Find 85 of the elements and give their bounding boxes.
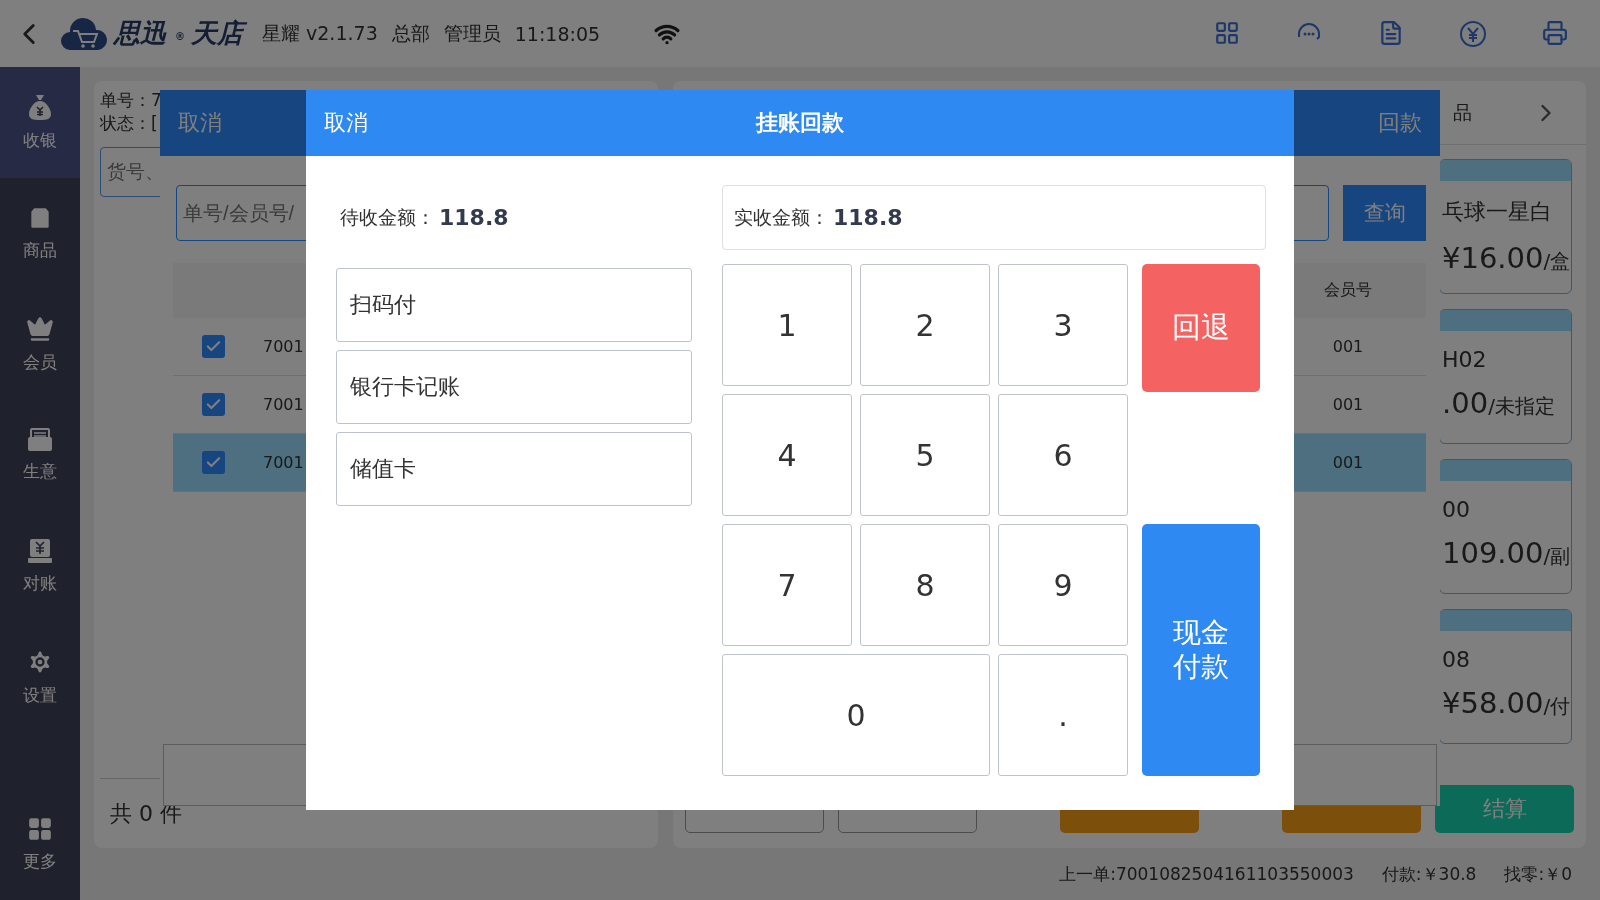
keypad-key[interactable]: 4 xyxy=(722,394,852,516)
product-price: 109.00/副 xyxy=(1441,535,1571,570)
keypad-key[interactable]: 1 xyxy=(722,264,852,386)
repay-button[interactable]: 回款 xyxy=(1378,108,1422,138)
tray-icon xyxy=(27,428,53,452)
order-number-label: 单号：7 xyxy=(100,89,162,112)
product-name: 00 xyxy=(1441,496,1471,522)
product-price: ¥16.00/盒 xyxy=(1441,240,1571,275)
app-version: 星耀 v2.1.73 xyxy=(262,20,378,46)
backspace-button[interactable]: 回退 xyxy=(1142,264,1260,392)
document-icon[interactable] xyxy=(1378,19,1404,46)
keypad-key[interactable]: 6 xyxy=(998,394,1128,516)
keypad-key[interactable]: 7 xyxy=(722,524,852,646)
register-icon xyxy=(27,538,53,564)
product-name: H02 xyxy=(1441,346,1488,372)
sidebar-label: 商品 xyxy=(23,239,57,262)
sidebar-item[interactable]: 收银 xyxy=(0,67,80,178)
sidebar-item[interactable]: 会员 xyxy=(0,289,80,400)
keypad-key[interactable]: 9 xyxy=(998,524,1128,646)
dialog-title: 挂账回款 xyxy=(756,109,844,137)
received-amount-field[interactable]: 实收金额： 118.8 xyxy=(722,185,1266,250)
product-card[interactable]: 00 109.00/副 xyxy=(1439,459,1572,594)
table-cell: 7001 xyxy=(263,395,304,414)
registered-mark: ® xyxy=(175,30,185,42)
sidebar-label: 对账 xyxy=(23,572,57,595)
checkbox[interactable] xyxy=(202,335,225,358)
keypad-key[interactable]: 3 xyxy=(998,264,1128,386)
sidebar-label: 收银 xyxy=(23,129,57,152)
product-card[interactable]: 08 ¥58.00/付 xyxy=(1439,609,1572,744)
user-name: 管理员 xyxy=(443,20,501,46)
grid-icon[interactable] xyxy=(1214,19,1240,46)
received-amount: 118.8 xyxy=(833,205,903,230)
sidebar-label: 设置 xyxy=(23,684,57,707)
crown-icon xyxy=(26,315,54,343)
sidebar-label: 生意 xyxy=(23,460,57,483)
checkbox[interactable] xyxy=(202,451,225,474)
checkbox[interactable] xyxy=(202,393,225,416)
product-card[interactable]: H02 .00/未指定 xyxy=(1439,309,1572,444)
product-name: 乓球一星白 xyxy=(1441,198,1553,226)
cancel-button[interactable]: 取消 xyxy=(324,108,756,138)
product-name: 08 xyxy=(1441,646,1471,672)
payment-method-button[interactable]: 扫码付 xyxy=(336,268,692,342)
sidebar-item[interactable]: 商品 xyxy=(0,178,80,289)
table-cell-text: 001 xyxy=(1331,395,1365,414)
keypad-key[interactable]: 2 xyxy=(860,264,990,386)
cash-payment-button[interactable]: 现金付款 xyxy=(1142,524,1260,776)
payment-method-button[interactable]: 银行卡记账 xyxy=(336,350,692,424)
sidebar-label: 更多 xyxy=(23,850,57,873)
keypad-key[interactable]: . xyxy=(998,654,1128,776)
due-amount: 118.8 xyxy=(439,205,509,230)
table-cell: 7001 xyxy=(263,453,304,472)
branch-name: 总部 xyxy=(391,20,430,46)
table-cell: 7001 xyxy=(263,337,304,356)
sidebar-item[interactable]: 对账 xyxy=(0,511,80,622)
product-price: .00/未指定 xyxy=(1441,385,1556,420)
yen-coin-icon[interactable] xyxy=(1459,19,1487,48)
payment-method-button[interactable]: 储值卡 xyxy=(336,432,692,506)
table-cell-text: 001 xyxy=(1331,453,1365,472)
product-price: ¥58.00/付 xyxy=(1441,685,1571,720)
grid-icon xyxy=(27,816,53,842)
query-button[interactable]: 查询 xyxy=(1343,185,1426,241)
logo-text: 思迅 xyxy=(112,16,168,50)
status-text: 付款:￥30.8 xyxy=(1381,862,1477,886)
status-text: 上一单:7001082504161103550003 xyxy=(1059,862,1354,886)
status-text: 找零:￥0 xyxy=(1504,862,1572,886)
logo-text: 天店 xyxy=(189,16,248,51)
category-tab[interactable]: 品 xyxy=(1453,99,1472,126)
keypad-key[interactable]: 5 xyxy=(860,394,990,516)
status-label: 状态：[ xyxy=(100,112,158,135)
due-label: 待收金额： xyxy=(340,204,435,230)
column-header: 会员号 xyxy=(1323,280,1373,301)
sidebar-item[interactable]: 生意 xyxy=(0,400,80,511)
product-card[interactable]: 乓球一星白 ¥16.00/盒 xyxy=(1439,159,1572,294)
printer-icon[interactable] xyxy=(1542,19,1568,46)
keypad-key[interactable]: 8 xyxy=(860,524,990,646)
sidebar-label: 会员 xyxy=(23,351,57,374)
table-cell-text: 001 xyxy=(1331,337,1365,356)
clock-time: 11:18:05 xyxy=(514,22,601,45)
sidebar-item[interactable]: 更多 xyxy=(0,789,80,900)
money-bag-icon xyxy=(28,93,52,121)
cloud-cart-icon xyxy=(60,16,108,51)
keypad-key[interactable]: 0 xyxy=(722,654,990,776)
sidebar-item[interactable]: 设置 xyxy=(0,622,80,733)
cancel-button[interactable]: 取消 xyxy=(178,108,222,138)
received-label: 实收金额： xyxy=(734,204,829,230)
